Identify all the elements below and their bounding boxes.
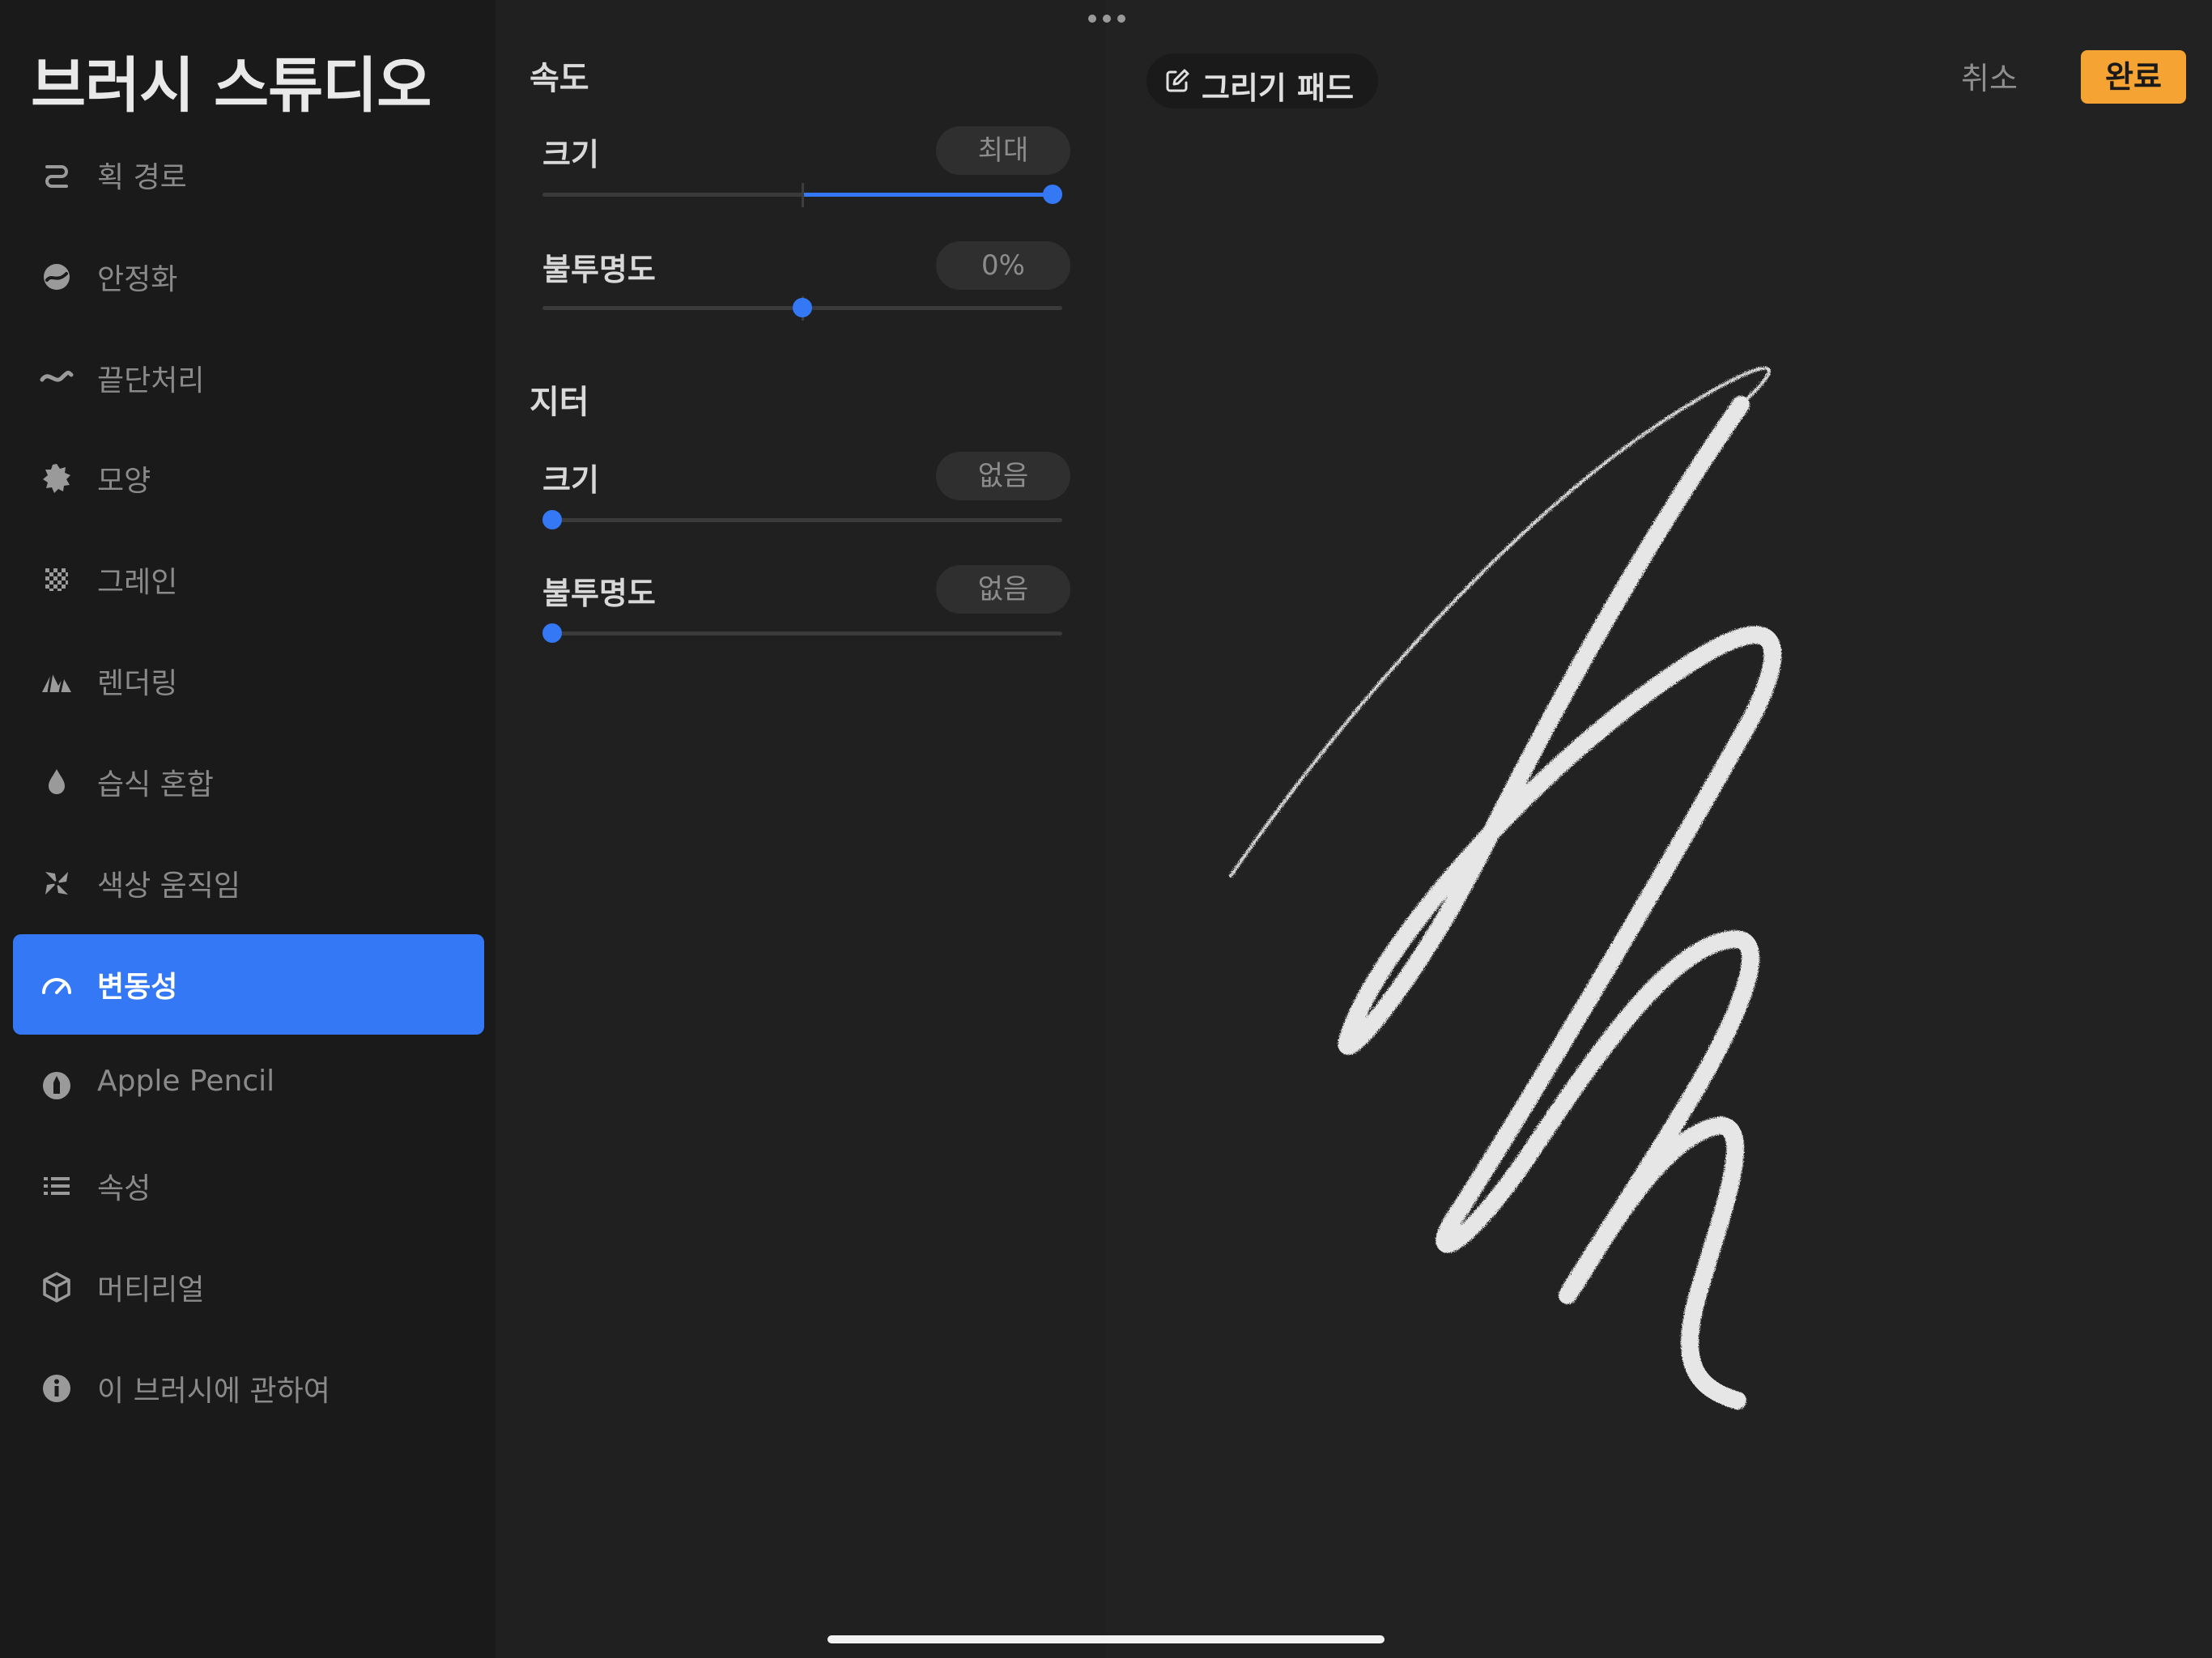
slider-thumb[interactable] xyxy=(793,298,812,317)
cancel-button[interactable]: 취소 xyxy=(1961,53,2018,98)
jitter-opacity-value[interactable]: 없음 xyxy=(936,565,1070,614)
page-title: 브러시 스튜디오 xyxy=(31,51,432,121)
sidebar-item-label: 그레인 xyxy=(97,566,178,599)
edit-square-icon xyxy=(1163,66,1192,96)
slider-track xyxy=(542,631,1062,636)
sidebar-item-label: 끝단처리 xyxy=(97,364,205,397)
materials-cube-icon xyxy=(39,1269,74,1305)
sidebar-item-label: 모양 xyxy=(97,465,151,498)
dynamics-settings-panel: 속도 크기 최대 불투명도 0% 지터 크기 없음 불투명도 없음 xyxy=(496,0,1106,1658)
slider-center-tick xyxy=(802,183,804,207)
section-title-speed: 속도 xyxy=(530,60,589,97)
sidebar-item-grain[interactable]: 그레인 xyxy=(13,529,484,630)
sidebar-item-shape[interactable]: 모양 xyxy=(13,428,484,529)
sidebar-item-materials[interactable]: 머티리얼 xyxy=(13,1237,484,1337)
sidebar-item-label: 획 경로 xyxy=(97,161,187,194)
sidebar-item-label: 렌더링 xyxy=(97,667,178,700)
brush-stroke-preview xyxy=(1229,366,1782,1409)
sidebar-item-stroke-path[interactable]: 획 경로 xyxy=(13,125,484,225)
slider-thumb[interactable] xyxy=(542,510,562,529)
shape-icon xyxy=(39,461,74,496)
home-indicator[interactable] xyxy=(827,1635,1385,1643)
drawing-pad-canvas[interactable]: 그리기 패드 취소 완료 xyxy=(1106,0,2212,1658)
sidebar-item-dynamics[interactable]: 변동성 xyxy=(13,934,484,1035)
speed-opacity-label: 불투명도 xyxy=(542,252,656,287)
multitasking-dots-icon[interactable] xyxy=(1088,13,1125,24)
sidebar-item-label: 색상 움직임 xyxy=(97,869,241,903)
properties-list-icon xyxy=(39,1168,74,1204)
sidebar-item-label: 이 브러시에 관하여 xyxy=(97,1375,330,1408)
jitter-opacity-label: 불투명도 xyxy=(542,576,656,611)
apple-pencil-icon xyxy=(39,1068,74,1103)
stroke-path-icon xyxy=(39,157,74,193)
slider-fill xyxy=(802,193,1053,197)
stabilization-icon xyxy=(39,259,74,295)
sidebar-item-label: 머티리얼 xyxy=(97,1273,205,1307)
brush-studio-screen: 브러시 스튜디오 획 경로 안정화 끝단처리 모양 그레인 렌더링 습식 혼합 … xyxy=(0,0,2212,1658)
speed-opacity-slider[interactable] xyxy=(542,293,1062,322)
jitter-size-label: 크기 xyxy=(542,462,599,498)
jitter-opacity-slider[interactable] xyxy=(542,619,1062,648)
sidebar: 브러시 스튜디오 획 경로 안정화 끝단처리 모양 그레인 렌더링 습식 혼합 … xyxy=(0,0,496,1658)
sidebar-item-label: 변동성 xyxy=(97,971,178,1004)
grain-icon xyxy=(39,562,74,597)
dynamics-gauge-icon xyxy=(39,967,74,1002)
rendering-icon xyxy=(39,663,74,699)
slider-track xyxy=(542,518,1062,522)
drawing-pad-label: 그리기 패드 xyxy=(1202,70,1355,106)
sidebar-item-properties[interactable]: 속성 xyxy=(13,1136,484,1236)
wet-mix-icon xyxy=(39,764,74,800)
speed-size-slider[interactable] xyxy=(542,180,1062,209)
sidebar-item-label: 습식 혼합 xyxy=(97,768,214,801)
info-icon xyxy=(39,1371,74,1406)
drawing-pad-button[interactable]: 그리기 패드 xyxy=(1146,53,1378,108)
sidebar-item-stabilization[interactable]: 안정화 xyxy=(13,227,484,327)
sidebar-item-label: Apple Pencil xyxy=(97,1065,275,1098)
speed-size-value[interactable]: 최대 xyxy=(936,126,1070,175)
taper-icon xyxy=(39,360,74,396)
sidebar-item-about-brush[interactable]: 이 브러시에 관하여 xyxy=(13,1338,484,1439)
color-dynamics-icon xyxy=(39,865,74,901)
slider-thumb[interactable] xyxy=(542,623,562,643)
sidebar-item-label: 안정화 xyxy=(97,263,178,296)
section-title-jitter: 지터 xyxy=(530,384,589,421)
jitter-size-value[interactable]: 없음 xyxy=(936,452,1070,500)
speed-opacity-value[interactable]: 0% xyxy=(936,241,1070,290)
speed-size-label: 크기 xyxy=(542,137,599,172)
sidebar-item-color-dynamics[interactable]: 색상 움직임 xyxy=(13,833,484,933)
sidebar-item-taper[interactable]: 끝단처리 xyxy=(13,328,484,428)
slider-thumb[interactable] xyxy=(1043,185,1062,204)
sidebar-item-rendering[interactable]: 렌더링 xyxy=(13,631,484,731)
sidebar-item-wet-mix[interactable]: 습식 혼합 xyxy=(13,732,484,832)
sidebar-item-label: 속성 xyxy=(97,1172,151,1205)
done-button[interactable]: 완료 xyxy=(2081,50,2186,104)
sidebar-item-apple-pencil[interactable]: Apple Pencil xyxy=(13,1035,484,1136)
jitter-size-slider[interactable] xyxy=(542,505,1062,534)
